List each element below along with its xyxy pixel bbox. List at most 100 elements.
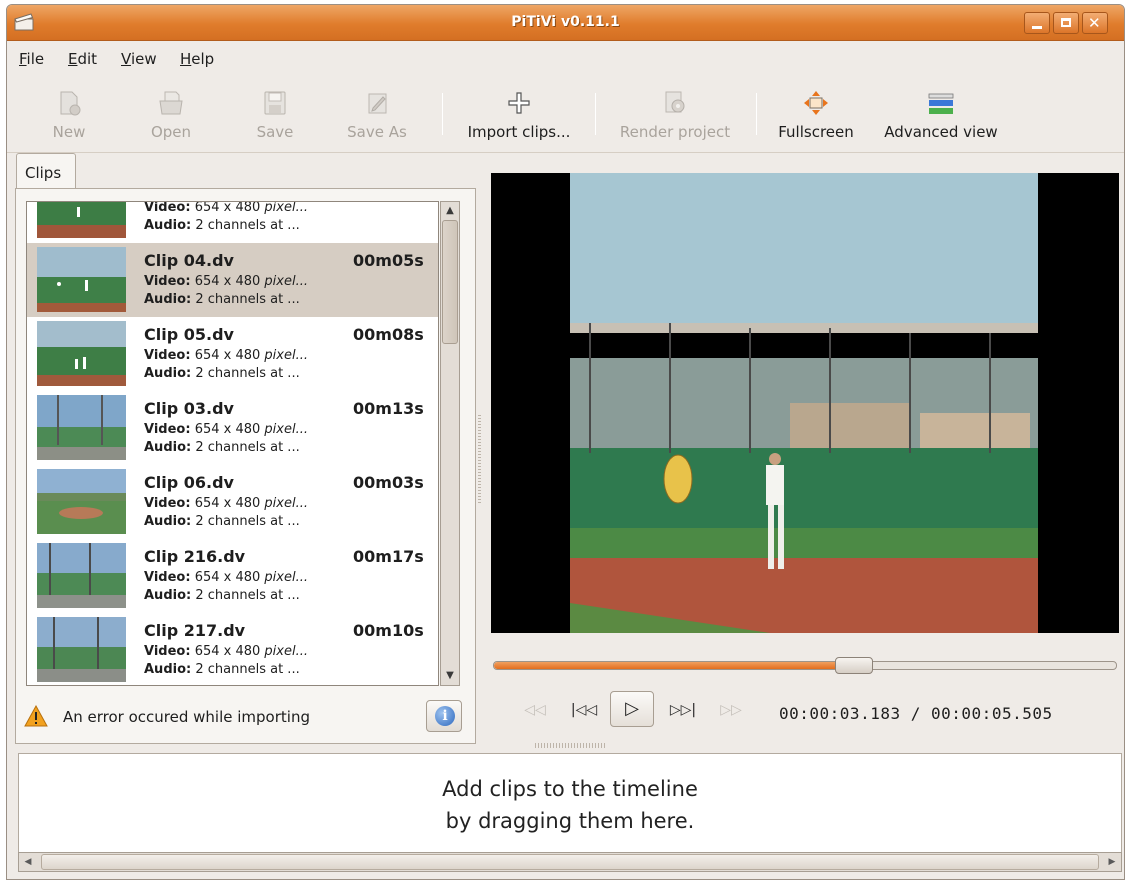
clip-row[interactable]: Clip 03.dv 00m13s Video: 654 x 480 pixel… — [27, 391, 438, 465]
video-unit: pixel... — [264, 644, 308, 659]
clip-video-info: Video: 654 x 480 pixel... — [144, 348, 308, 363]
video-unit: pixel... — [264, 274, 308, 289]
new-document-icon — [60, 91, 81, 116]
audio-label: Audio: — [144, 588, 192, 603]
maximize-icon — [1061, 18, 1071, 27]
new-label: New — [52, 123, 86, 141]
save-as-label: Save As — [347, 123, 407, 141]
import-error-message: An error occured while importing — [63, 708, 310, 726]
info-icon: i — [435, 706, 455, 726]
fast-forward-button[interactable]: ▷▷ — [713, 693, 749, 727]
minimize-icon — [1032, 26, 1042, 29]
clip-row[interactable]: Clip 05.dv 00m08s Video: 654 x 480 pixel… — [27, 317, 438, 391]
open-folder-icon — [159, 91, 183, 115]
audio-label: Audio: — [144, 366, 192, 381]
clip-name: Clip 216.dv — [144, 547, 246, 566]
clip-duration: 00m13s — [353, 399, 424, 418]
toolbar: New Open Save Save As Import clips... Re… — [7, 75, 1124, 153]
audio-label: Audio: — [144, 662, 192, 677]
clip-row[interactable]: Video: 654 x 480 pixel... Audio: 2 chann… — [27, 201, 438, 243]
save-as-icon — [368, 93, 387, 114]
pane-resize-handle[interactable] — [478, 415, 481, 505]
video-value: 654 x 480 — [194, 201, 261, 215]
clip-list: Video: 654 x 480 pixel... Audio: 2 chann… — [26, 201, 439, 686]
close-button[interactable]: ✕ — [1082, 12, 1108, 34]
import-clips-label: Import clips... — [467, 123, 571, 141]
menu-help-label: elp — [191, 50, 215, 68]
playback-position-slider[interactable] — [493, 657, 1117, 674]
menu-view[interactable]: View — [121, 50, 157, 68]
play-button[interactable]: ▷ — [610, 691, 654, 727]
clip-thumbnail — [37, 247, 126, 312]
video-unit: pixel... — [264, 201, 308, 215]
clip-thumbnail — [37, 543, 126, 608]
menu-help[interactable]: Help — [180, 50, 214, 68]
menu-edit-label: dit — [77, 50, 98, 68]
audio-label: Audio: — [144, 514, 192, 529]
fullscreen-icon — [804, 91, 828, 115]
skip-forward-icon: ▷▷| — [669, 702, 697, 718]
slider-handle[interactable] — [834, 657, 873, 674]
scroll-left-icon[interactable]: ◀ — [21, 855, 35, 869]
audio-label: Audio: — [144, 440, 192, 455]
fullscreen-button[interactable]: Fullscreen — [769, 75, 863, 149]
clip-thumbnail — [37, 321, 126, 386]
maximize-button[interactable] — [1053, 12, 1079, 34]
pane-divider-grip[interactable] — [535, 743, 605, 748]
import-clips-button[interactable]: Import clips... — [455, 75, 583, 149]
save-as-button[interactable]: Save As — [337, 75, 417, 149]
current-time: 00:00:03.183 — [779, 704, 901, 723]
render-project-button[interactable]: Render project — [607, 75, 743, 149]
clip-row[interactable]: Clip 06.dv 00m03s Video: 654 x 480 pixel… — [27, 465, 438, 539]
video-label: Video: — [144, 570, 191, 585]
menu-file[interactable]: File — [19, 50, 44, 68]
previous-button[interactable]: |◁◁ — [565, 693, 603, 727]
clip-audio-info: Audio: 2 channels at ... — [144, 440, 300, 455]
tab-clips-label: Clips — [25, 164, 62, 182]
scrollbar-thumb[interactable] — [442, 220, 458, 344]
error-details-button[interactable]: i — [426, 700, 462, 732]
audio-value: 2 channels at ... — [195, 218, 300, 233]
minimize-button[interactable] — [1024, 12, 1050, 34]
audio-value: 2 channels at ... — [195, 440, 300, 455]
audio-value: 2 channels at ... — [195, 366, 300, 381]
new-button[interactable]: New — [33, 75, 105, 149]
timeline-drop-area[interactable]: Add clips to the timeline by dragging th… — [18, 753, 1122, 853]
video-label: Video: — [144, 274, 191, 289]
video-label: Video: — [144, 422, 191, 437]
total-time: 00:00:05.505 — [931, 704, 1053, 723]
scroll-down-icon[interactable]: ▼ — [443, 669, 457, 683]
video-unit: pixel... — [264, 496, 308, 511]
clip-name: Clip 03.dv — [144, 399, 234, 418]
scrollbar-thumb[interactable] — [41, 854, 1099, 870]
save-button[interactable]: Save — [239, 75, 311, 149]
clip-row[interactable]: Clip 216.dv 00m17s Video: 654 x 480 pixe… — [27, 539, 438, 613]
menu-file-mnemonic: F — [19, 50, 27, 68]
warning-icon — [24, 705, 48, 727]
menu-view-label: iew — [130, 50, 157, 68]
scroll-up-icon[interactable]: ▲ — [443, 204, 457, 218]
clip-name: Clip 04.dv — [144, 251, 234, 270]
timeline-scrollbar[interactable]: ◀ ▶ — [18, 852, 1122, 872]
next-button[interactable]: ▷▷| — [664, 693, 702, 727]
app-window: PiTiVi v0.11.1 ✕ File Edit View Help New… — [6, 4, 1125, 880]
title-bar[interactable]: PiTiVi v0.11.1 ✕ — [7, 5, 1124, 41]
scroll-right-icon[interactable]: ▶ — [1105, 855, 1119, 869]
video-unit: pixel... — [264, 570, 308, 585]
clip-row[interactable]: Clip 217.dv 00m10s Video: 654 x 480 pixe… — [27, 613, 438, 685]
menu-edit[interactable]: Edit — [68, 50, 97, 68]
video-value: 654 x 480 — [194, 570, 261, 585]
menu-bar: File Edit View Help — [7, 42, 1124, 74]
play-icon: ▷ — [625, 698, 639, 719]
tab-clips[interactable]: Clips — [16, 153, 76, 189]
video-viewer — [491, 173, 1119, 633]
clip-row[interactable]: Clip 04.dv 00m05s Video: 654 x 480 pixel… — [27, 243, 438, 317]
rewind-button[interactable]: ◁◁ — [517, 693, 553, 727]
video-label: Video: — [144, 348, 191, 363]
advanced-view-button[interactable]: Advanced view — [871, 75, 1011, 149]
open-button[interactable]: Open — [135, 75, 207, 149]
video-label: Video: — [144, 201, 191, 215]
clip-list-scrollbar[interactable]: ▲ ▼ — [440, 201, 460, 686]
clip-duration: 00m08s — [353, 325, 424, 344]
save-disk-icon — [264, 91, 286, 115]
